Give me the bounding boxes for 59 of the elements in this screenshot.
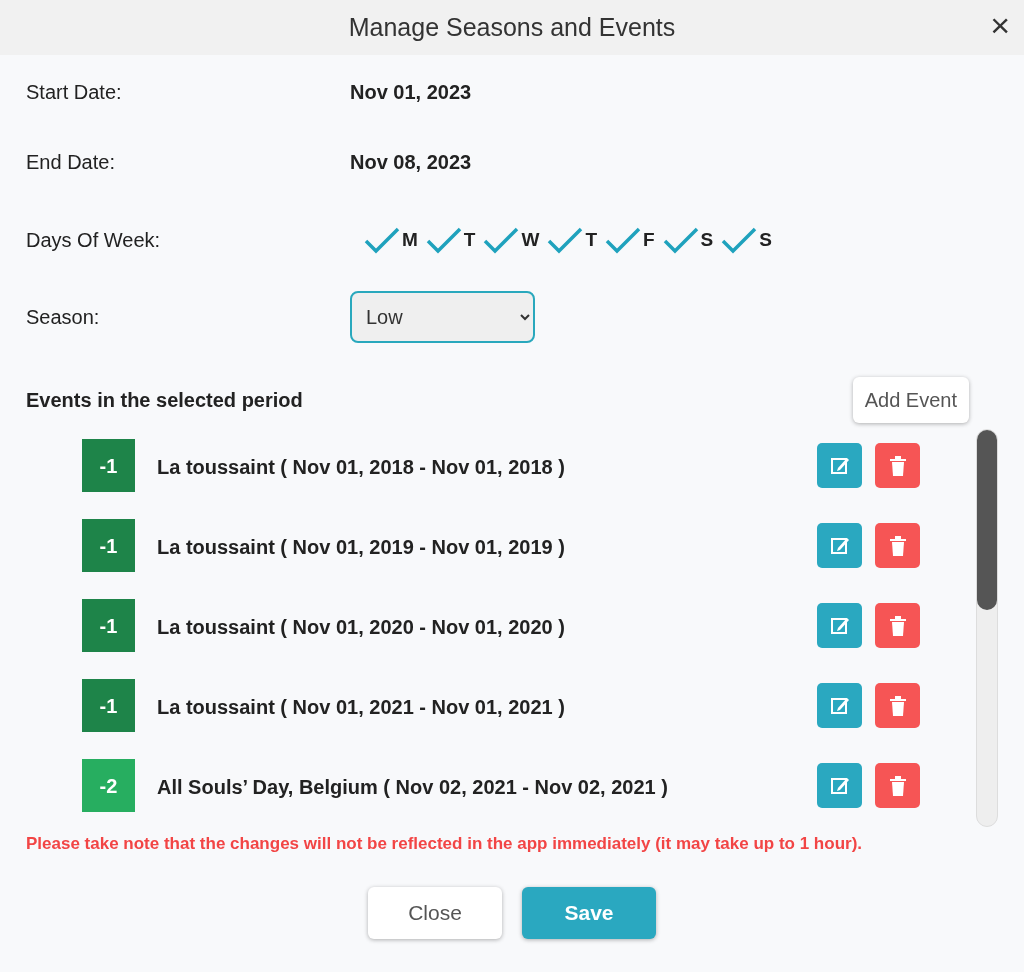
- delete-button[interactable]: [875, 523, 920, 568]
- close-button[interactable]: ×: [986, 8, 1014, 42]
- event-text: All Souls’ Day, Belgium ( Nov 02, 2021 - Nov 02, 2021 ): [157, 775, 669, 800]
- check-icon[interactable]: [364, 226, 400, 254]
- event-text: La toussaint ( Nov 01, 2020 - Nov 01, 2020 ): [157, 615, 566, 640]
- add-event-button[interactable]: Add Event: [852, 377, 969, 423]
- scrollbar[interactable]: [976, 429, 998, 827]
- event-badge: -2: [82, 759, 135, 812]
- edit-button[interactable]: [817, 603, 862, 648]
- event-badge: -1: [82, 679, 135, 732]
- trash-icon: [888, 455, 907, 476]
- notice-text: Please take note that the changes will not be reflected in the app immediately (it may take up to 1 hour).: [25, 833, 864, 855]
- edit-icon: [829, 535, 850, 556]
- check-icon[interactable]: [662, 226, 699, 254]
- check-icon[interactable]: [605, 226, 641, 254]
- field-label: End Date:: [26, 150, 116, 175]
- check-icon[interactable]: [483, 226, 520, 254]
- check-icon[interactable]: [547, 226, 584, 254]
- day-label: S: [700, 227, 714, 252]
- day-label: M: [402, 227, 418, 252]
- edit-icon: [829, 695, 850, 716]
- scrollbar-thumb[interactable]: [977, 430, 997, 610]
- check-icon[interactable]: [425, 226, 462, 254]
- edit-button[interactable]: [817, 523, 862, 568]
- event-badge: -1: [82, 519, 135, 572]
- trash-icon: [888, 695, 907, 716]
- delete-button[interactable]: [875, 603, 920, 648]
- delete-button[interactable]: [875, 763, 920, 808]
- check-icon[interactable]: [721, 226, 758, 254]
- close-button[interactable]: Close: [368, 886, 502, 939]
- event-badge: -1: [82, 599, 135, 652]
- field-label: Days Of Week:: [26, 228, 162, 253]
- trash-icon: [888, 775, 907, 796]
- delete-button[interactable]: [875, 443, 920, 488]
- field-label: Season:: [26, 305, 101, 330]
- field-value: Nov 08, 2023: [350, 150, 472, 175]
- edit-button[interactable]: [817, 683, 862, 728]
- delete-button[interactable]: [875, 683, 920, 728]
- trash-icon: [888, 615, 907, 636]
- trash-icon: [888, 535, 907, 556]
- day-label: T: [585, 227, 597, 252]
- event-badge: -1: [82, 439, 135, 492]
- day-label: S: [759, 227, 772, 252]
- event-text: La toussaint ( Nov 01, 2019 - Nov 01, 2019 ): [157, 535, 566, 560]
- edit-icon: [829, 775, 850, 796]
- edit-button[interactable]: [817, 443, 862, 488]
- dialog-title: Manage Seasons and Events: [348, 11, 676, 43]
- edit-icon: [829, 455, 850, 476]
- season-select[interactable]: Low: [350, 291, 535, 343]
- section-heading: Events in the selected period: [26, 388, 303, 413]
- edit-button[interactable]: [817, 763, 862, 808]
- event-text: La toussaint ( Nov 01, 2021 - Nov 01, 2021 ): [157, 695, 566, 720]
- field-label: Start Date:: [26, 80, 123, 105]
- event-text: La toussaint ( Nov 01, 2018 - Nov 01, 2018 ): [157, 455, 566, 480]
- field-value: Nov 01, 2023: [350, 80, 472, 105]
- day-label: F: [643, 227, 655, 252]
- edit-icon: [829, 615, 850, 636]
- day-label: W: [521, 227, 540, 252]
- day-label: T: [463, 227, 476, 252]
